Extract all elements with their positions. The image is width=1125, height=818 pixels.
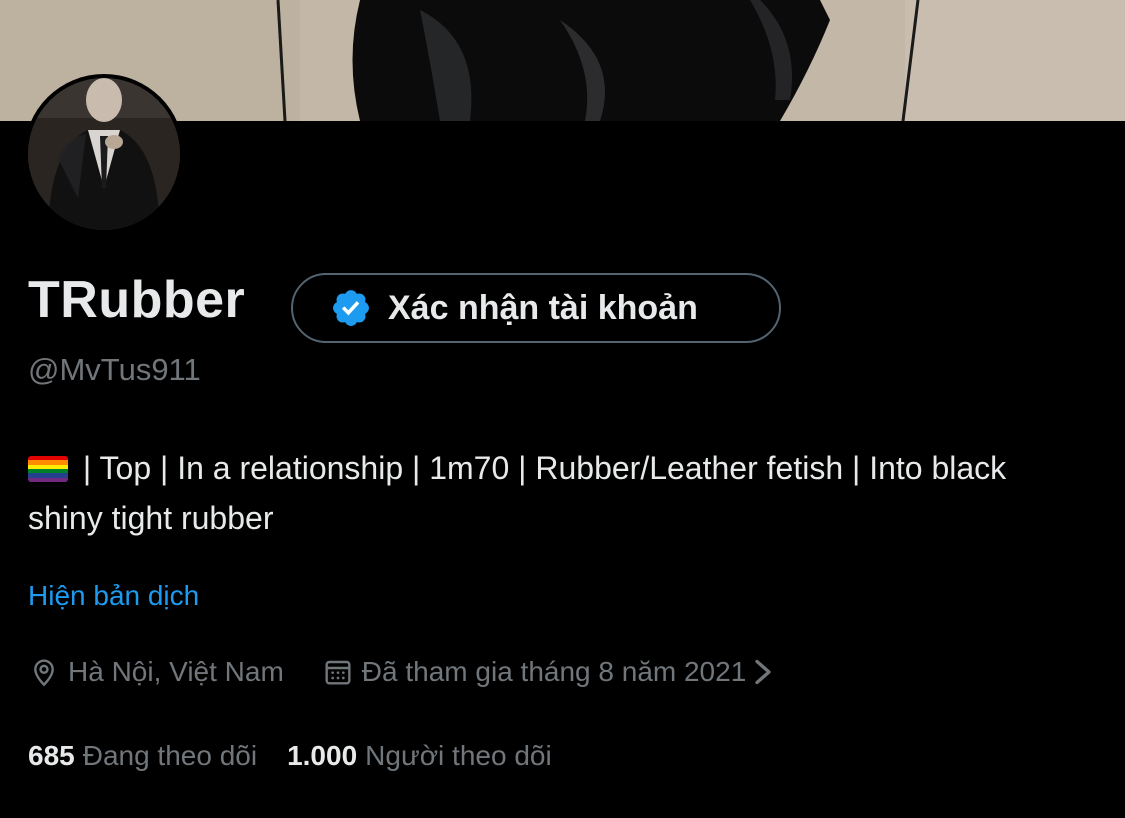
profile-meta-row: Hà Nội, Việt Nam Đã tham gia tháng 8 năm…	[28, 651, 774, 693]
location-text: Hà Nội, Việt Nam	[68, 656, 284, 687]
joined-date-item[interactable]: Đã tham gia tháng 8 năm 2021	[322, 656, 774, 688]
profile-banner-image[interactable]	[0, 0, 1125, 121]
avatar[interactable]	[24, 74, 184, 234]
followers-link[interactable]: 1.000 Người theo dõi	[287, 740, 552, 772]
location-item: Hà Nội, Việt Nam	[28, 656, 284, 688]
follow-stats: 685 Đang theo dõi 1.000 Người theo dõi	[28, 736, 552, 776]
profile-display-name: TRubber	[28, 271, 246, 329]
profile-handle: @MvTus911	[28, 352, 201, 387]
location-pin-icon	[34, 659, 54, 687]
verified-badge-icon	[333, 290, 369, 326]
profile-bio: | Top | In a relationship | 1m70 | Rubbe…	[28, 443, 1088, 543]
calendar-icon	[325, 660, 351, 685]
followers-count: 1.000	[287, 740, 358, 771]
verify-account-button[interactable]: Xác nhận tài khoản	[291, 273, 781, 343]
rainbow-flag-icon	[28, 456, 68, 482]
profile-bio-text: | Top | In a relationship | 1m70 | Rubbe…	[28, 450, 1007, 536]
following-label: Đang theo dõi	[82, 740, 258, 771]
following-link[interactable]: 685 Đang theo dõi	[28, 740, 257, 772]
followers-label: Người theo dõi	[365, 740, 552, 771]
chevron-right-icon	[755, 659, 771, 685]
avatar-photo	[28, 78, 180, 230]
joined-date-text: Đã tham gia tháng 8 năm 2021	[361, 656, 747, 687]
following-count: 685	[28, 740, 75, 771]
show-translation-link[interactable]: Hiện bản dịch	[28, 576, 199, 616]
verify-account-label: Xác nhận tài khoản	[388, 288, 698, 327]
